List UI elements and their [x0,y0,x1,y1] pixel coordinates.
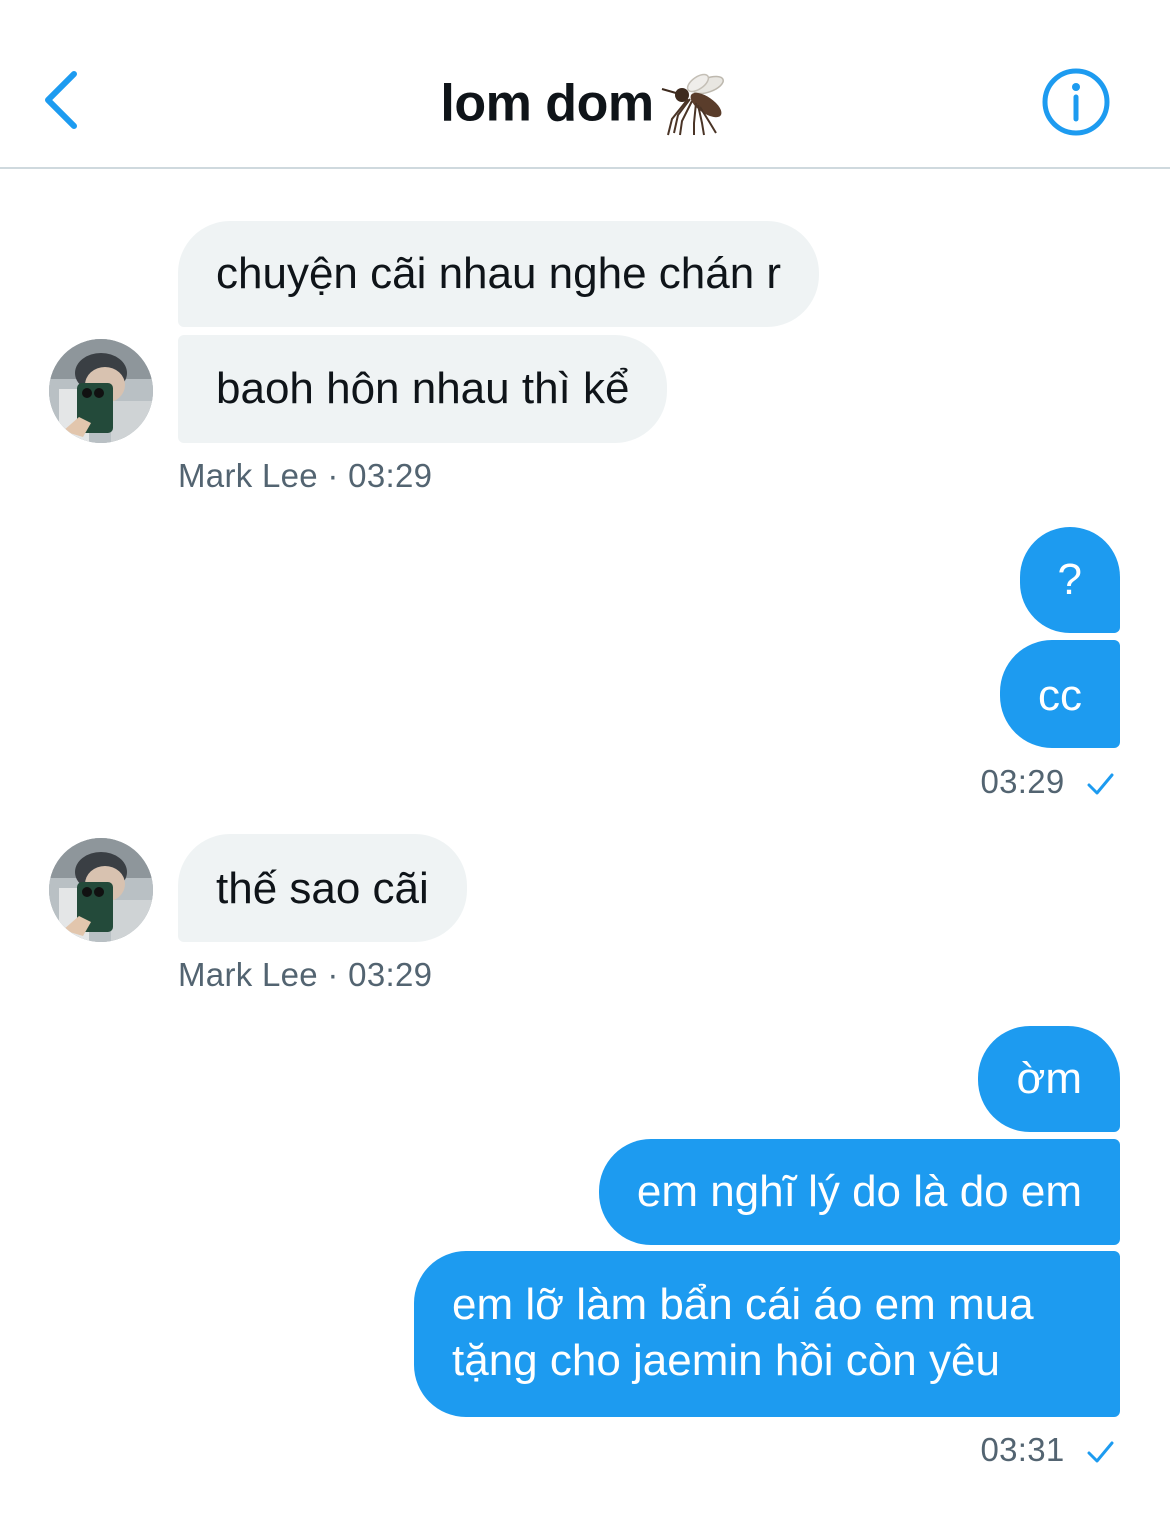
conversation-title[interactable]: lom dom [0,66,1170,137]
outgoing-message-bubble[interactable]: cc [1000,640,1120,748]
message-meta: Mark Lee · 03:29 [178,956,433,993]
message-text: cc [1038,671,1082,720]
profile-photo [49,339,153,443]
conversation-title-text: lom dom [440,74,654,133]
outgoing-message-bubble[interactable]: em lỡ làm bẩn cái áo em mua tặng cho jae… [414,1251,1120,1417]
incoming-message-bubble[interactable]: chuyện cãi nhau nghe chán r [178,221,820,327]
message-text: ờm [1016,1054,1082,1103]
outgoing-message-bubble[interactable]: ờm [978,1026,1120,1132]
avatar[interactable] [49,339,153,443]
mosquito-icon [661,74,724,136]
message-meta: Mark Lee · 03:29 [178,457,433,494]
check-icon [1087,773,1114,795]
incoming-message-bubble[interactable]: baoh hôn nhau thì kể [178,335,668,443]
outgoing-message-bubble[interactable]: em nghĩ lý do là do em [598,1139,1120,1245]
check-icon [1087,1441,1114,1463]
incoming-message-bubble[interactable]: thế sao cãi [178,834,467,942]
message-text: baoh hôn nhau thì kể [216,364,630,413]
message-text: ? [1057,555,1082,604]
message-text: chuyện cãi nhau nghe chán r [216,249,782,298]
conversation-header: lom dom [0,0,1170,169]
message-time: 03:29 [980,763,1065,800]
avatar[interactable] [49,838,153,942]
message-text: em nghĩ lý do là do em [636,1167,1082,1216]
outgoing-message-bubble[interactable]: ? [1019,527,1120,633]
message-meta: 03:31 [980,1430,1114,1470]
info-circle-icon [1042,68,1110,136]
message-meta: 03:29 [980,762,1114,802]
message-text: thế sao cãi [216,864,429,913]
message-time: 03:31 [980,1431,1065,1468]
conversation-info-button[interactable] [1040,66,1112,138]
message-text: em lỡ làm bẩn cái áo em mua tặng cho jae… [452,1280,1034,1385]
profile-photo [49,838,153,942]
